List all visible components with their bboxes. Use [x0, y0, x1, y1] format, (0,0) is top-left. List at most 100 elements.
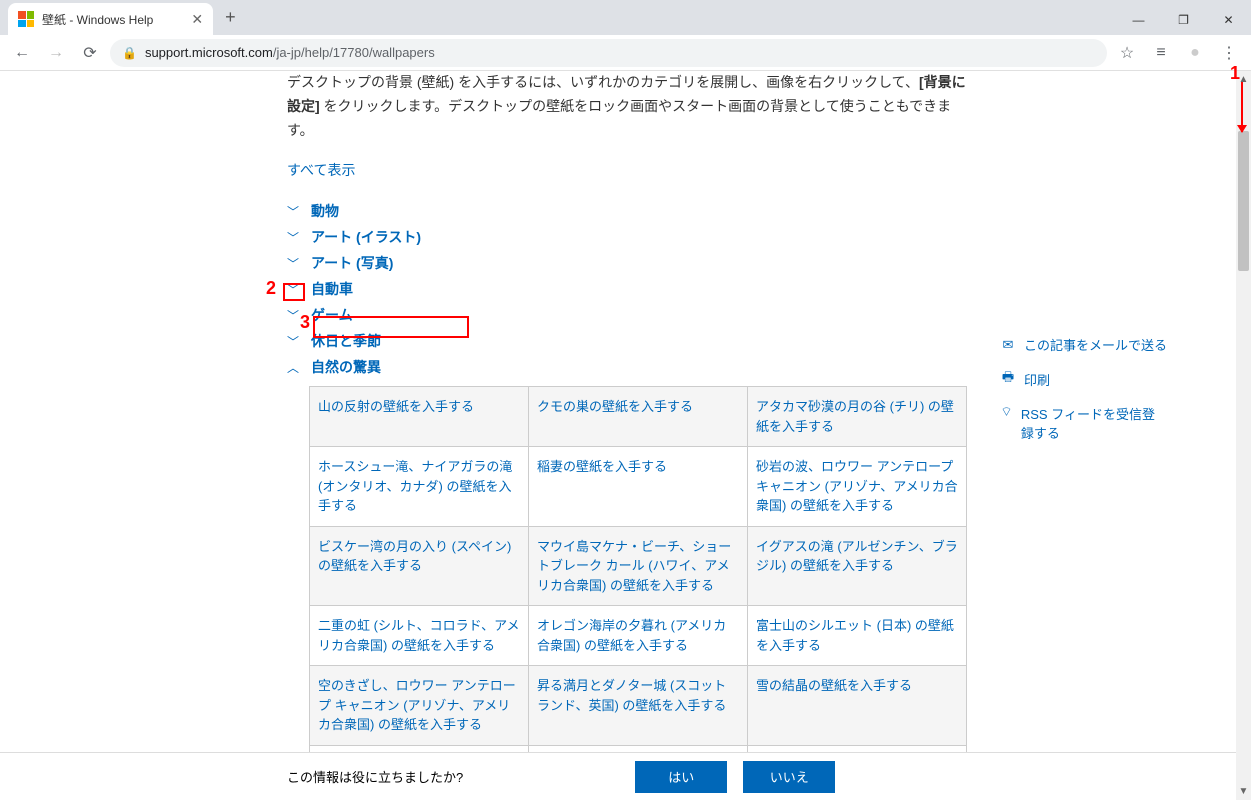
wallpaper-link[interactable]: 空のきざし、ロウワー アンテロープ キャニオン (アリゾナ、アメリカ合衆国) の…	[318, 678, 516, 732]
wallpaper-table: 山の反射の壁紙を入手する クモの巣の壁紙を入手する アタカマ砂漠の月の谷 (チリ) …	[309, 386, 967, 752]
wallpaper-cell: オレゴン海岸の夕暮れ (アメリカ合衆国) の壁紙を入手する	[529, 606, 748, 666]
wallpaper-link[interactable]: イグアスの滝 (アルゼンチン、ブラジル) の壁紙を入手する	[756, 539, 958, 574]
feedback-bar: この情報は役に立ちましたか? はい いいえ	[0, 752, 1251, 800]
bookmark-star-icon[interactable]: ☆	[1113, 39, 1141, 67]
rss-link[interactable]: ⌔ RSS フィードを受信登録する	[1000, 404, 1160, 442]
category-label: アート (イラスト)	[311, 227, 421, 247]
wallpaper-cell: 富士山のシルエット (日本) の壁紙を入手する	[748, 606, 967, 666]
back-button[interactable]: ←	[8, 39, 36, 67]
intro-text: デスクトップの背景 (壁紙) を入手するには、いずれかのカテゴリを展開し、画像を…	[287, 71, 967, 142]
wallpaper-link[interactable]: アタカマ砂漠の月の谷 (チリ) の壁紙を入手する	[756, 399, 954, 434]
wallpaper-link[interactable]: オレゴン海岸の夕暮れ (アメリカ合衆国) の壁紙を入手する	[537, 618, 726, 653]
browser-toolbar: ← → ⟳ 🔒 support.microsoft.com/ja-jp/help…	[0, 35, 1251, 71]
table-row: 氷山と虹 (ヨークルスアゥルロゥン、アイスランド) の壁紙を入手するテーブル マ…	[310, 745, 967, 752]
wallpaper-cell: 砂岩の波、ロウワー アンテロープ キャニオン (アリゾナ、アメリカ合衆国) の壁…	[748, 447, 967, 527]
wallpaper-link[interactable]: ホースシュー滝、ナイアガラの滝 (オンタリオ、カナダ) の壁紙を入手する	[318, 459, 512, 513]
category-label: 動物	[311, 201, 339, 221]
address-bar[interactable]: 🔒 support.microsoft.com/ja-jp/help/17780…	[110, 39, 1107, 67]
mail-icon: ✉	[1000, 337, 1016, 353]
feedback-no-button[interactable]: いいえ	[743, 761, 835, 793]
chevron-down-icon: ﹀	[287, 333, 301, 350]
show-all-link[interactable]: すべて表示	[287, 160, 967, 180]
chevron-down-icon: ﹀	[287, 281, 301, 298]
email-article-link[interactable]: ✉ この記事をメールで送る	[1000, 335, 1167, 354]
category-2[interactable]: ﹀アート (写真)	[287, 250, 967, 276]
tab-close-icon[interactable]: ✕	[191, 11, 203, 28]
page-viewport: デスクトップの背景 (壁紙) を入手するには、いずれかのカテゴリを展開し、画像を…	[0, 71, 1236, 752]
scroll-down-icon[interactable]: ▼	[1236, 783, 1251, 800]
wallpaper-cell: アタカマ砂漠の月の谷 (チリ) の壁紙を入手する	[748, 387, 967, 447]
wallpaper-cell: 稲妻の壁紙を入手する	[529, 447, 748, 527]
table-row: 空のきざし、ロウワー アンテロープ キャニオン (アリゾナ、アメリカ合衆国) の…	[310, 666, 967, 746]
chevron-down-icon: ﹀	[287, 307, 301, 324]
table-row: 二重の虹 (シルト、コロラド、アメリカ合衆国) の壁紙を入手するオレゴン海岸の夕…	[310, 606, 967, 666]
wallpaper-cell: マウイ島マケナ・ビーチ、ショートブレーク カール (ハワイ、アメリカ合衆国) の…	[529, 526, 748, 606]
side-actions: ✉ この記事をメールで送る 🖶 印刷 ⌔ RSS フィードを受信登録する	[1000, 335, 1167, 456]
forward-button[interactable]: →	[42, 39, 70, 67]
wallpaper-link[interactable]: 昇る満月とダノター城 (スコットランド、英国) の壁紙を入手する	[537, 678, 726, 713]
chevron-down-icon: ﹀	[287, 229, 301, 246]
category-3[interactable]: ﹀ 自動車	[287, 276, 967, 302]
category-list: ﹀ 動物 ﹀ アート (イラスト) ﹀アート (写真) ﹀ 自動車 ﹀ ゲーム ﹀ 休日と季節 ︿ 自然…	[287, 198, 967, 380]
wallpaper-link[interactable]: 山の反射の壁紙を入手する	[318, 399, 474, 414]
wallpaper-cell: クモの巣の壁紙を入手する	[529, 387, 748, 447]
wallpaper-link[interactable]: 二重の虹 (シルト、コロラド、アメリカ合衆国) の壁紙を入手する	[318, 618, 520, 653]
category-label: ゲーム	[311, 305, 353, 325]
browser-tab[interactable]: 壁紙 - Windows Help ✕	[8, 3, 213, 35]
category-5[interactable]: ﹀ 休日と季節	[287, 328, 967, 354]
profile-icon[interactable]: ●	[1181, 39, 1209, 67]
ms-favicon	[18, 11, 34, 27]
wallpaper-link[interactable]: ビスケー湾の月の入り (スペイン) の壁紙を入手する	[318, 539, 511, 574]
category-1[interactable]: ﹀ アート (イラスト)	[287, 224, 967, 250]
reading-list-icon[interactable]: ≡	[1147, 39, 1175, 67]
wallpaper-cell: 二重の虹 (シルト、コロラド、アメリカ合衆国) の壁紙を入手する	[310, 606, 529, 666]
wallpaper-cell: ガラス表面の氷の壁紙を入手する	[748, 745, 967, 752]
wallpaper-link[interactable]: 雪の結晶の壁紙を入手する	[756, 678, 912, 693]
annotation-1-arrow	[1241, 82, 1243, 132]
lock-icon: 🔒	[122, 46, 137, 60]
category-label: 自動車	[311, 279, 353, 299]
chevron-down-icon: ﹀	[287, 203, 301, 220]
table-row: 山の反射の壁紙を入手する クモの巣の壁紙を入手する アタカマ砂漠の月の谷 (チリ) …	[310, 387, 967, 447]
wallpaper-link[interactable]: クモの巣の壁紙を入手する	[537, 399, 693, 414]
window-minimize[interactable]: —	[1116, 5, 1161, 35]
wallpaper-cell: 空のきざし、ロウワー アンテロープ キャニオン (アリゾナ、アメリカ合衆国) の…	[310, 666, 529, 746]
category-6[interactable]: ︿ 自然の驚異	[287, 354, 967, 380]
wallpaper-link[interactable]: マウイ島マケナ・ビーチ、ショートブレーク カール (ハワイ、アメリカ合衆国) の…	[537, 539, 731, 593]
url-text: support.microsoft.com/ja-jp/help/17780/w…	[145, 45, 435, 60]
wallpaper-cell: テーブル マウンテン (南アフリカ) の壁紙を入手する	[529, 745, 748, 752]
category-4[interactable]: ﹀ ゲーム	[287, 302, 967, 328]
wallpaper-cell: 雪の結晶の壁紙を入手する	[748, 666, 967, 746]
rss-icon: ⌔	[1000, 404, 1013, 420]
wallpaper-cell: 昇る満月とダノター城 (スコットランド、英国) の壁紙を入手する	[529, 666, 748, 746]
wallpaper-link[interactable]: 稲妻の壁紙を入手する	[537, 459, 667, 474]
wallpaper-link[interactable]: 富士山のシルエット (日本) の壁紙を入手する	[756, 618, 954, 653]
wallpaper-cell: ホースシュー滝、ナイアガラの滝 (オンタリオ、カナダ) の壁紙を入手する	[310, 447, 529, 527]
window-titlebar: 壁紙 - Windows Help ✕ + — ❐ ✕	[0, 0, 1251, 35]
window-close[interactable]: ✕	[1206, 5, 1251, 35]
wallpaper-cell: ビスケー湾の月の入り (スペイン) の壁紙を入手する	[310, 526, 529, 606]
table-row: ビスケー湾の月の入り (スペイン) の壁紙を入手するマウイ島マケナ・ビーチ、ショ…	[310, 526, 967, 606]
vertical-scrollbar[interactable]: ▲ ▼	[1236, 71, 1251, 800]
wallpaper-cell: 氷山と虹 (ヨークルスアゥルロゥン、アイスランド) の壁紙を入手する	[310, 745, 529, 752]
category-label: 自然の驚異	[311, 357, 381, 377]
table-row: ホースシュー滝、ナイアガラの滝 (オンタリオ、カナダ) の壁紙を入手する 稲妻の壁…	[310, 447, 967, 527]
category-label: アート (写真)	[311, 253, 393, 273]
feedback-question: この情報は役に立ちましたか?	[287, 767, 463, 786]
category-0[interactable]: ﹀ 動物	[287, 198, 967, 224]
menu-icon[interactable]: ⋮	[1215, 39, 1243, 67]
wallpaper-link[interactable]: 砂岩の波、ロウワー アンテロープ キャニオン (アリゾナ、アメリカ合衆国) の壁…	[756, 459, 958, 513]
window-maximize[interactable]: ❐	[1161, 5, 1206, 35]
chevron-up-icon: ︿	[287, 359, 301, 376]
print-link[interactable]: 🖶 印刷	[1000, 368, 1167, 390]
scroll-up-icon[interactable]: ▲	[1236, 71, 1251, 88]
wallpaper-cell: 山の反射の壁紙を入手する	[310, 387, 529, 447]
feedback-yes-button[interactable]: はい	[635, 761, 727, 793]
scroll-thumb[interactable]	[1238, 131, 1249, 271]
tab-title: 壁紙 - Windows Help	[42, 11, 153, 28]
new-tab-button[interactable]: +	[213, 7, 248, 28]
reload-button[interactable]: ⟳	[76, 39, 104, 67]
wallpaper-cell: イグアスの滝 (アルゼンチン、ブラジル) の壁紙を入手する	[748, 526, 967, 606]
print-icon: 🖶	[1000, 368, 1016, 390]
category-label: 休日と季節	[311, 331, 381, 351]
